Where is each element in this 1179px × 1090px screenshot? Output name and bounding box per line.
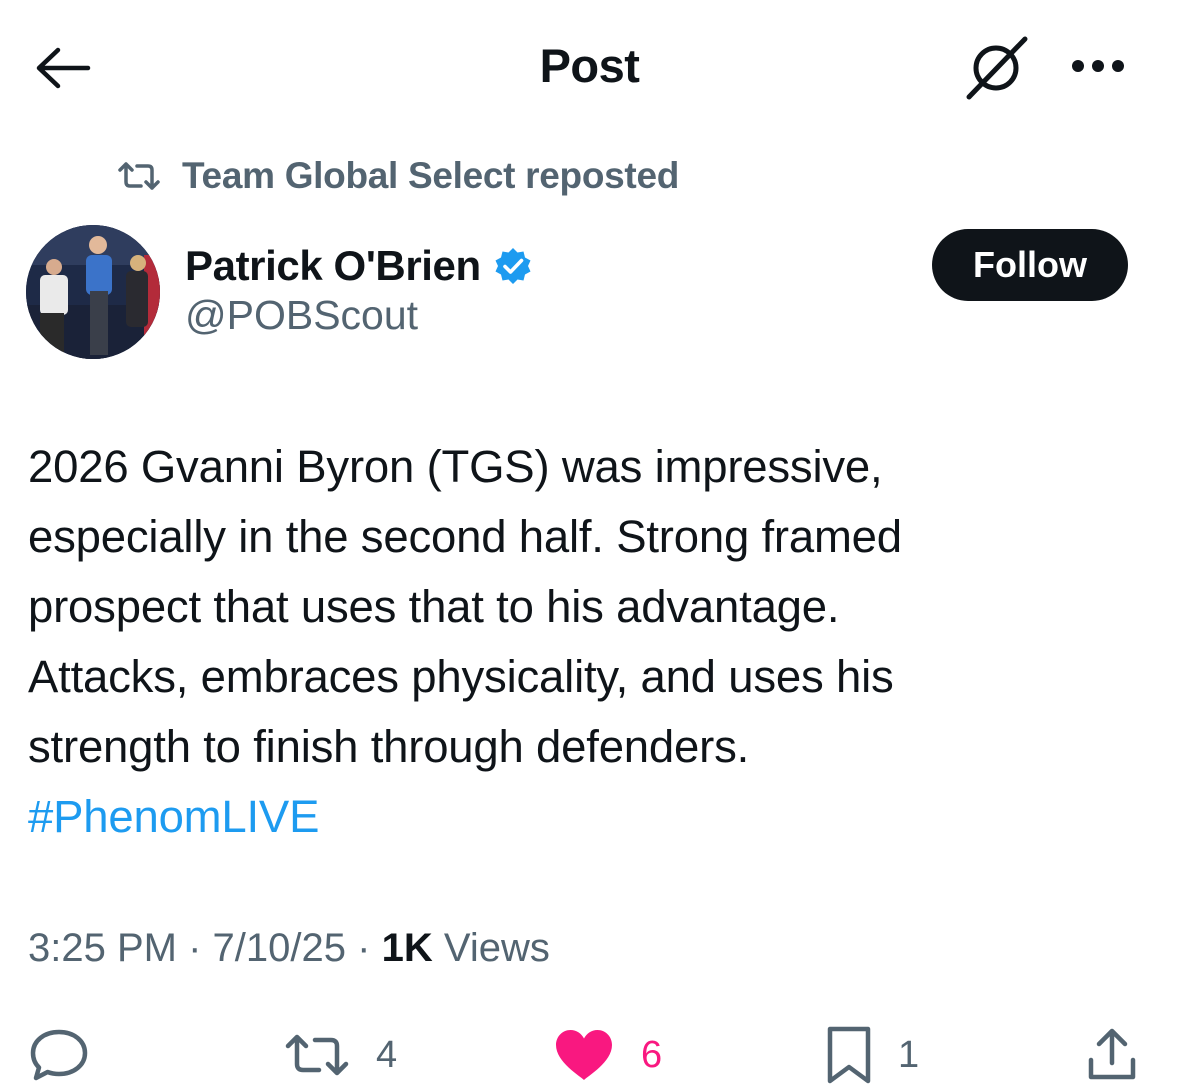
like-button[interactable]: 6 — [553, 1020, 662, 1090]
bookmark-icon — [827, 1026, 871, 1084]
views-count[interactable]: 1K — [382, 926, 433, 970]
heart-icon — [556, 1030, 612, 1080]
post-text-line: especially in the second half. Strong fr… — [28, 511, 902, 562]
meta-separator: · — [188, 926, 202, 970]
bookmark-button[interactable]: 1 — [826, 1020, 919, 1090]
post-meta: 3:25 PM · 7/10/25 · 1K Views — [28, 926, 550, 971]
repost-indicator-label: Team Global Select reposted — [182, 155, 680, 196]
avatar[interactable] — [26, 225, 160, 359]
reply-button[interactable] — [28, 1020, 90, 1090]
more-options-button[interactable] — [1062, 44, 1134, 88]
author-name-row[interactable]: Patrick O'Brien — [185, 238, 533, 294]
top-bar: Post — [0, 0, 1179, 130]
more-dots-icon — [1072, 60, 1124, 72]
hashtag-link[interactable]: #PhenomLIVE — [28, 791, 319, 842]
author-handle[interactable]: @POBScout — [185, 292, 418, 339]
post-text-line: prospect that uses that to his advantage… — [28, 581, 840, 632]
like-count: 6 — [641, 1033, 663, 1076]
author-name: Patrick O'Brien — [185, 242, 481, 289]
post-text: 2026 Gvanni Byron (TGS) was impressive, … — [28, 432, 1148, 852]
bookmark-count: 1 — [898, 1033, 920, 1076]
repost-indicator[interactable]: Team Global Select reposted — [116, 152, 679, 200]
follow-button[interactable]: Follow — [932, 229, 1128, 301]
share-icon — [1088, 1028, 1136, 1080]
post-text-line: Attacks, embraces physicality, and uses … — [28, 651, 894, 702]
repost-count: 4 — [376, 1033, 398, 1076]
grok-button[interactable] — [960, 34, 1032, 102]
post-time[interactable]: 3:25 PM — [28, 926, 177, 970]
reply-icon — [30, 1029, 88, 1081]
repost-button[interactable]: 4 — [284, 1020, 397, 1090]
post-text-line: strength to finish through defenders. — [28, 721, 750, 772]
repost-icon — [285, 1034, 349, 1076]
share-button[interactable] — [1086, 1020, 1138, 1090]
repost-indicator-icon — [116, 160, 162, 192]
post-text-line: 2026 Gvanni Byron (TGS) was impressive, — [28, 441, 883, 492]
post-date[interactable]: 7/10/25 — [213, 926, 346, 970]
verified-badge-icon — [493, 246, 533, 286]
meta-separator: · — [357, 926, 371, 970]
views-label[interactable]: Views — [444, 926, 550, 970]
action-bar: 4 6 1 — [0, 1020, 1179, 1090]
grok-icon — [966, 36, 1028, 100]
